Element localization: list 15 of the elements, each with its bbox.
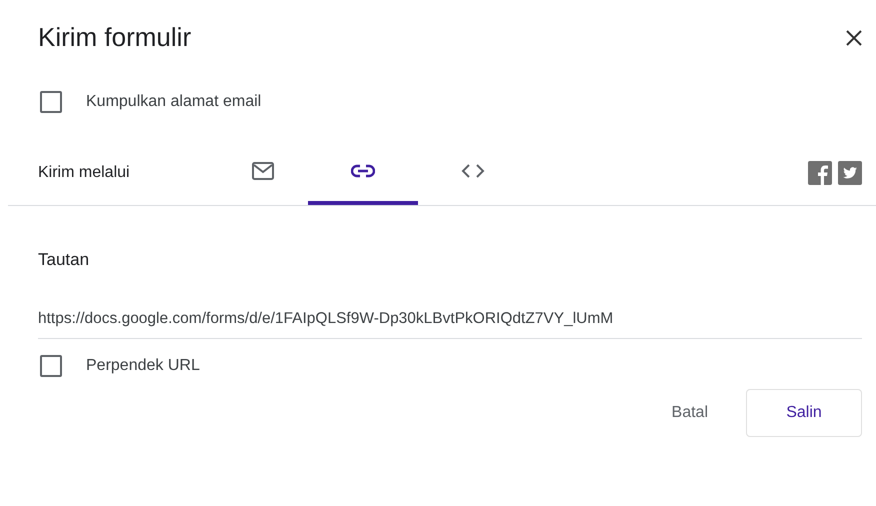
close-icon[interactable] bbox=[844, 28, 864, 48]
copy-button[interactable]: Salin bbox=[746, 389, 862, 437]
dialog-title: Kirim formulir bbox=[38, 22, 192, 53]
send-via-label: Kirim melalui bbox=[38, 164, 131, 182]
checkbox[interactable] bbox=[40, 91, 62, 113]
facebook-icon[interactable] bbox=[808, 161, 832, 185]
link-heading: Tautan bbox=[38, 250, 90, 270]
code-icon bbox=[461, 163, 485, 179]
checkbox-label: Kumpulkan alamat email bbox=[86, 93, 262, 111]
checkbox[interactable] bbox=[40, 355, 62, 377]
checkbox-label: Perpendek URL bbox=[86, 357, 200, 375]
bird-icon[interactable] bbox=[838, 161, 862, 185]
envelope-icon bbox=[251, 161, 275, 181]
url-field[interactable]: https://docs.google.com/forms/d/e/1FAIpQLSf9W-Dp30kLBvtPkORIQdtZ7VY_lUmM bbox=[38, 310, 862, 339]
link-icon bbox=[351, 164, 375, 178]
